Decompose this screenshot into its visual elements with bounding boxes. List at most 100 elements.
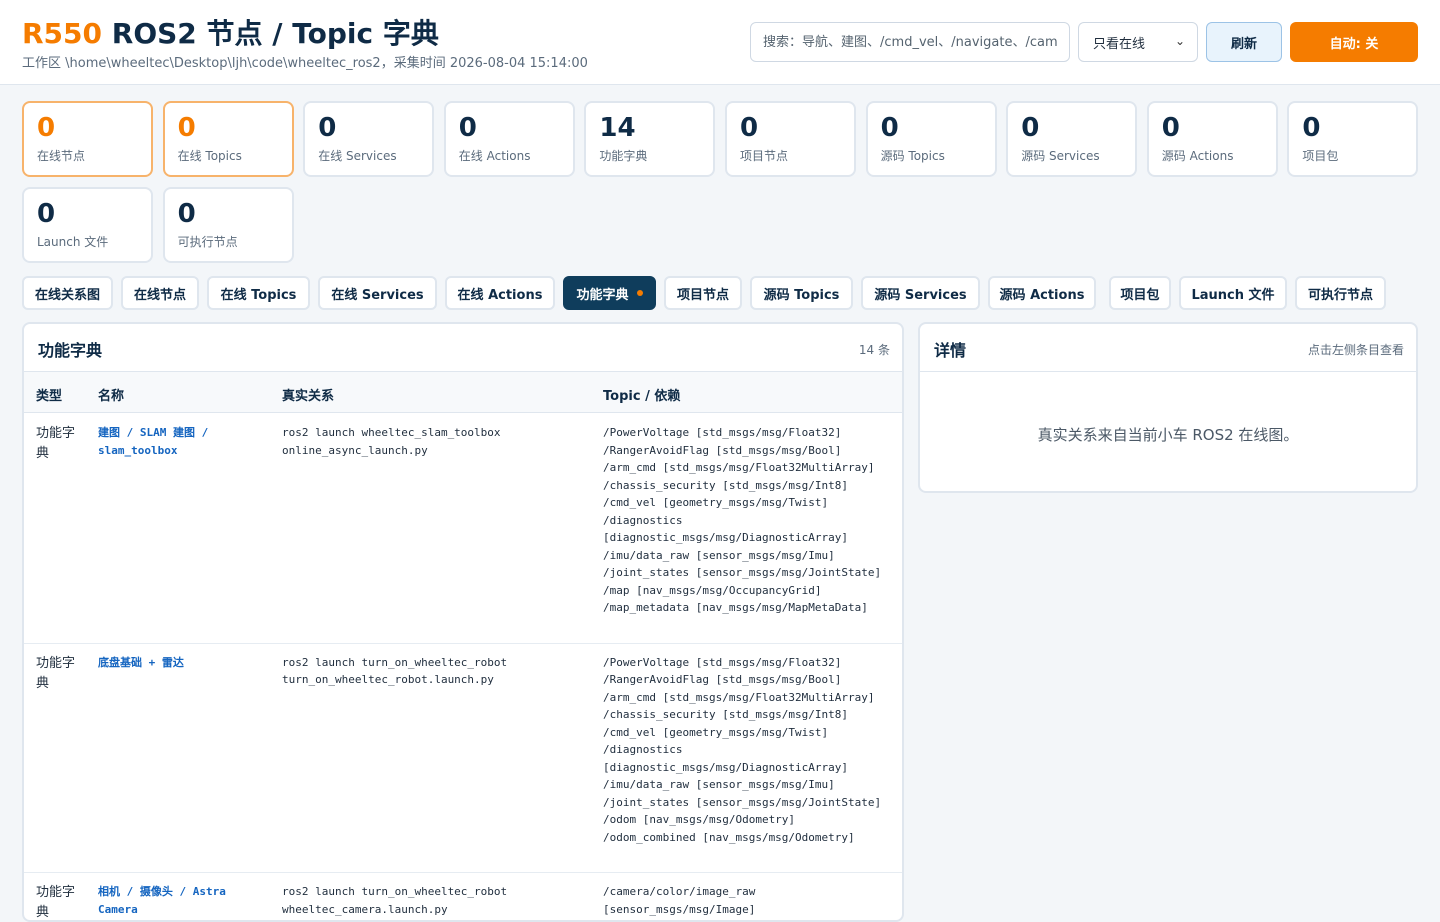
- detail-panel-header: 详情 点击左侧条目查看: [920, 324, 1416, 372]
- chevron-down-icon: ⌄: [1174, 34, 1185, 48]
- tab-4[interactable]: 在线 Actions: [445, 276, 555, 310]
- row-relation: ros2 launch turn_on_wheeltec_robot turn_…: [282, 655, 508, 687]
- topic-entry: /map_metadata [nav_msgs/msg/MapMetaData]: [603, 601, 868, 614]
- tab-label: 源码 Services: [874, 287, 967, 303]
- column-relation: 真实关系: [282, 389, 335, 404]
- tab-11[interactable]: Launch 文件: [1179, 276, 1287, 310]
- stat-label: 在线 Topics: [177, 149, 242, 163]
- topic-entry: /RangerAvoidFlag [std_msgs/msg/Bool]: [603, 443, 842, 457]
- active-dot-icon: [636, 290, 643, 296]
- topic-entry: /imu/data_raw [sensor_msgs/msg/Imu]: [603, 778, 835, 791]
- stat-value: 0: [177, 199, 196, 229]
- stat-value: 0: [37, 113, 56, 143]
- row-relation: ros2 launch wheeltec_slam_toolbox online…: [282, 426, 501, 457]
- topic-entry: /arm_cmd [std_msgs/msg/Float32MultiArray…: [603, 461, 875, 474]
- topic-entry: /arm_cmd [std_msgs/msg/Float32MultiArray…: [603, 690, 875, 704]
- row-topics: /camera/color/image_raw [sensor_msgs/msg/…: [603, 883, 902, 920]
- table-row[interactable]: 功能字典 底盘基础 + 雷达 ros2 launch turn_on_wheelte…: [24, 644, 902, 873]
- stat-label: 源码 Services: [1021, 149, 1100, 163]
- stat-label: 源码 Actions: [1161, 149, 1234, 163]
- topic-entry: [diagnostic_msgs/msg/DiagnosticArray]: [603, 531, 849, 544]
- topic-entry: /chassis_security [std_msgs/msg/Int8]: [603, 708, 849, 721]
- tab-label: 在线关系图: [34, 287, 100, 303]
- row-type: 功能字典: [36, 885, 76, 920]
- stat-value: 0: [37, 199, 56, 229]
- top-header: R550 ROS2 节点 / Topic 字典 工作区 \home\wheelt…: [0, 0, 1440, 85]
- stat-card[interactable]: 0 可执行节点: [162, 187, 294, 263]
- tab-0[interactable]: 在线关系图: [22, 276, 113, 310]
- topic-entry: /odom [nav_msgs/msg/Odometry]: [603, 813, 796, 826]
- tab-9[interactable]: 源码 Actions: [988, 276, 1096, 310]
- stat-card[interactable]: 14 功能字典: [584, 101, 716, 177]
- tab-7[interactable]: 源码 Topics: [750, 276, 853, 310]
- stat-card[interactable]: 0 Launch 文件: [22, 187, 153, 263]
- tab-label: 在线 Actions: [457, 287, 543, 303]
- table-row[interactable]: 功能字典 建图 / SLAM 建图 / slam_toolbox ros2 laun…: [24, 414, 902, 644]
- topic-entry: /camera/color/image_raw/compressed: [603, 918, 902, 920]
- stat-value: 0: [1161, 113, 1180, 143]
- table-header: 类型 名称 真实关系 Topic / 依赖: [24, 372, 902, 413]
- online-filter-select[interactable]: 只看在线 ⌄: [1078, 22, 1198, 62]
- stat-label: 功能字典: [599, 149, 648, 163]
- stat-card[interactable]: 0 在线节点: [22, 101, 153, 177]
- title-text: ROS2 节点 / Topic 字典: [102, 17, 439, 50]
- tab-2[interactable]: 在线 Topics: [207, 276, 310, 310]
- tab-label: 项目节点: [676, 287, 729, 303]
- topic-entry: /imu/data_raw [sensor_msgs/msg/Imu]: [603, 548, 835, 562]
- detail-empty-message: 真实关系来自当前小车 ROS2 在线图。: [1037, 426, 1299, 444]
- tab-1[interactable]: 在线节点: [121, 276, 199, 310]
- tab-10[interactable]: 项目包: [1109, 276, 1171, 310]
- stat-card[interactable]: 0 源码 Actions: [1146, 101, 1278, 177]
- stat-card[interactable]: 0 项目包: [1287, 101, 1419, 177]
- stat-card[interactable]: 0 项目节点: [725, 101, 856, 177]
- topic-entry: [diagnostic_msgs/msg/DiagnosticArray]: [603, 760, 849, 774]
- tab-6[interactable]: 项目节点: [664, 276, 742, 310]
- robot-model: R550: [22, 17, 103, 50]
- stat-label: 源码 Topics: [880, 149, 945, 163]
- topic-entry: /PowerVoltage [std_msgs/msg/Float32]: [603, 426, 842, 439]
- search-input[interactable]: [750, 22, 1070, 62]
- row-topics: /PowerVoltage [std_msgs/msg/Float32] /Ran…: [603, 654, 902, 847]
- detail-hint: 点击左侧条目查看: [1307, 343, 1404, 357]
- topic-entry: /RangerAvoidFlag [std_msgs/msg/Bool]: [603, 673, 842, 686]
- stat-card[interactable]: 0 在线 Topics: [162, 101, 294, 177]
- stat-label: Launch 文件: [37, 235, 109, 249]
- stat-label: 在线 Actions: [458, 149, 531, 163]
- row-relation: ros2 launch turn_on_wheeltec_robot wheel…: [282, 885, 508, 916]
- stat-value: 0: [740, 113, 759, 143]
- refresh-button[interactable]: 刷新: [1206, 22, 1282, 62]
- stat-label: 可执行节点: [177, 235, 238, 249]
- dictionary-panel-header: 功能字典 14 条: [24, 324, 902, 372]
- dictionary-panel-title: 功能字典: [38, 341, 103, 360]
- row-name-link[interactable]: 底盘基础 + 雷达: [98, 654, 268, 672]
- tab-label: 在线 Topics: [220, 287, 297, 303]
- tab-12[interactable]: 可执行节点: [1295, 276, 1386, 310]
- row-name-link[interactable]: 相机 / 摄像头 / Astra Camera: [98, 883, 268, 918]
- stat-card[interactable]: 0 在线 Services: [303, 101, 435, 177]
- tab-8[interactable]: 源码 Services: [861, 276, 980, 310]
- column-type: 类型: [36, 389, 63, 404]
- stat-value: 0: [1302, 113, 1321, 143]
- auto-refresh-toggle[interactable]: 自动: 关: [1290, 22, 1418, 62]
- tab-label: 在线节点: [133, 287, 186, 303]
- topic-entry: /odom_combined [nav_msgs/msg/Odometry]: [603, 830, 855, 844]
- tab-3[interactable]: 在线 Services: [318, 276, 437, 310]
- stat-card[interactable]: 0 源码 Topics: [865, 101, 997, 177]
- tab-label: 源码 Actions: [999, 287, 1085, 303]
- table-row[interactable]: 功能字典 相机 / 摄像头 / Astra Camera ros2 launch t…: [24, 873, 902, 920]
- workspace-info: 工作区 \home\wheeltec\Desktop\ljh\code\whee…: [22, 56, 588, 71]
- stat-value: 0: [318, 113, 337, 143]
- column-name: 名称: [98, 389, 125, 404]
- topic-entry: [sensor_msgs/msg/Image]: [603, 902, 756, 916]
- tab-label: 在线 Services: [331, 287, 424, 303]
- tab-label: 项目包: [1120, 287, 1160, 303]
- stat-value: 0: [177, 113, 196, 143]
- tab-label: 可执行节点: [1307, 287, 1373, 303]
- topic-entry: /diagnostics: [603, 743, 683, 756]
- topic-entry: /cmd_vel [geometry_msgs/msg/Twist]: [603, 725, 829, 739]
- row-name-link[interactable]: 建图 / SLAM 建图 / slam_toolbox: [98, 424, 268, 459]
- stat-card[interactable]: 0 在线 Actions: [443, 101, 575, 177]
- stat-card[interactable]: 0 源码 Services: [1006, 101, 1138, 177]
- tab-5[interactable]: 功能字典: [563, 276, 656, 310]
- stat-value: 0: [1021, 113, 1040, 143]
